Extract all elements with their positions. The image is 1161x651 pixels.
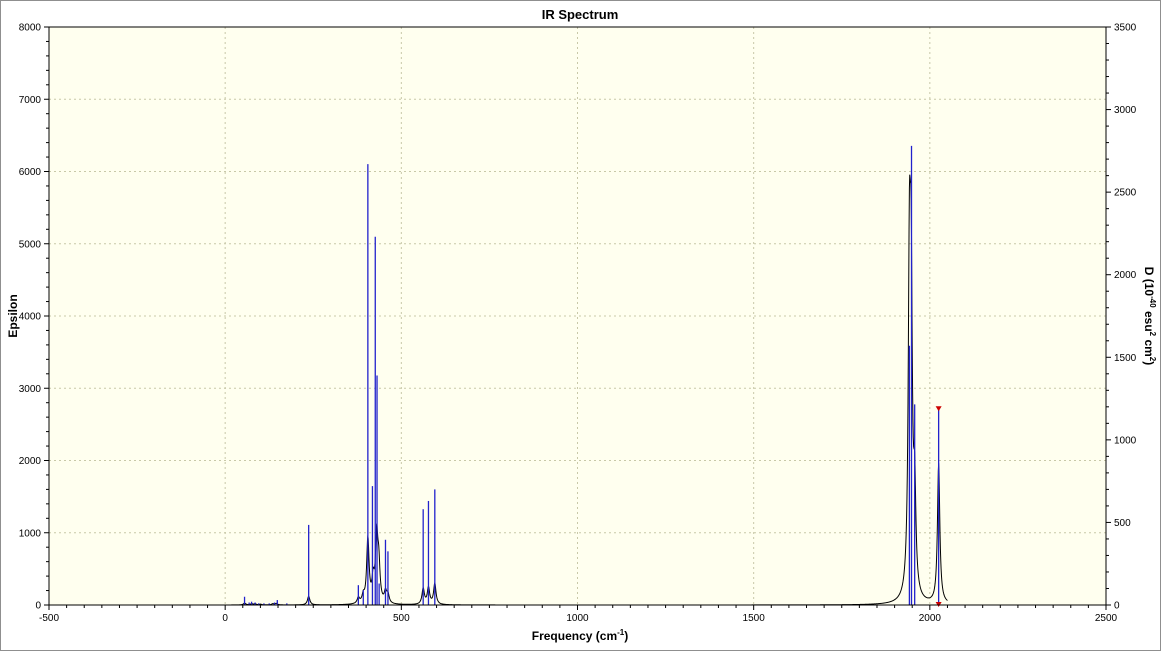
- y-axis-left: 0 1000 2000 3000 4000 5000 6000 7000 8000: [19, 23, 49, 612]
- y2-tick-label: 1500: [1114, 353, 1137, 364]
- x-tick-label: 1500: [743, 613, 766, 624]
- x-tick-label: 2000: [919, 613, 942, 624]
- x-tick-label: 2500: [1095, 613, 1118, 624]
- y2-tick-label: 2000: [1114, 270, 1137, 281]
- ir-spectrum-chart: IR Spectrum -500 0 500 1000 1500 2000 2500 010…: [6, 7, 1157, 643]
- y-axis-right: 0 500 1000 1500 2000 2500 3000 3500: [1106, 23, 1137, 612]
- y-tick-label: 2000: [19, 456, 42, 467]
- y2-tick-label: 0: [1114, 601, 1120, 612]
- y2-tick-label: 3500: [1114, 23, 1137, 34]
- y2-tick-label: 1000: [1114, 435, 1137, 446]
- y-tick-label: 7000: [19, 95, 42, 106]
- y2-axis-title: D (10-40 esu2 cm2): [1142, 267, 1157, 366]
- y-tick-label: 8000: [19, 23, 42, 34]
- y-axis-title: Epsilon: [6, 294, 20, 337]
- y-tick-label: 0: [35, 601, 41, 612]
- y-tick-label: 5000: [19, 239, 42, 250]
- y2-tick-label: 500: [1114, 518, 1131, 529]
- chart-title: IR Spectrum: [542, 7, 619, 22]
- y-tick-label: 6000: [19, 167, 42, 178]
- y2-tick-label: 3000: [1114, 105, 1137, 116]
- y-tick-label: 3000: [19, 384, 42, 395]
- x-axis-title: Frequency (cm-1): [532, 628, 628, 643]
- x-axis: -500 0 500 1000 1500 2000 2500: [39, 605, 1118, 624]
- y-tick-label: 4000: [19, 312, 42, 323]
- y2-tick-label: 2500: [1114, 188, 1137, 199]
- y-tick-label: 1000: [19, 528, 42, 539]
- x-tick-label: 500: [393, 613, 410, 624]
- x-tick-label: 1000: [566, 613, 589, 624]
- x-tick-label: -500: [39, 613, 59, 624]
- x-tick-label: 0: [222, 613, 228, 624]
